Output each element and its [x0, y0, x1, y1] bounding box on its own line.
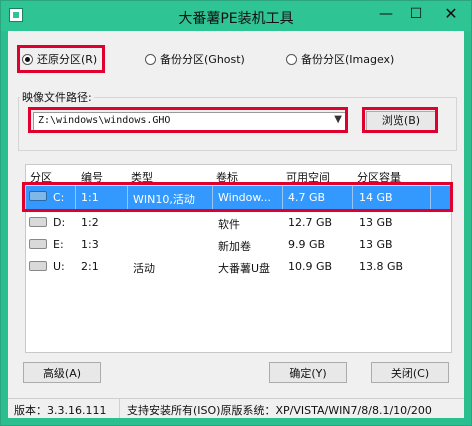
radio-restore[interactable]: 还原分区(R): [22, 51, 97, 67]
radio-backup-ghost[interactable]: 备份分区(Ghost): [145, 51, 245, 67]
status-bar: 版本：3.3.16.111 支持安装所有(ISO)原版系统：XP/VISTA/W…: [8, 398, 464, 418]
cell-label: 新加卷: [218, 240, 251, 253]
table-row[interactable]: U: 2:1 活动 大番薯U盘 10.9 GB 13.8 GB: [26, 256, 451, 278]
table-row[interactable]: D: 1:2 软件 12.7 GB 13 GB: [26, 212, 451, 234]
cell-size: 13 GB: [359, 238, 393, 251]
maximize-button[interactable]: ☐: [405, 5, 427, 25]
row-divider: [212, 186, 213, 210]
drive-icon: [29, 239, 47, 249]
radio-backup-imagex-label[interactable]: 备份分区(Imagex): [301, 51, 394, 67]
window-title: 大番薯PE装机工具: [178, 11, 294, 27]
cell-label: 大番薯U盘: [218, 262, 271, 275]
main-panel: 还原分区(R) 备份分区(Ghost) 备份分区(Imagex) 映像文件路径:…: [8, 31, 464, 418]
table-row[interactable]: E: 1:3 新加卷 9.9 GB 13 GB: [26, 234, 451, 256]
cell-label: 软件: [218, 218, 240, 231]
cell-number: 1:1: [81, 191, 99, 204]
row-divider: [430, 186, 431, 210]
cell-size: 13.8 GB: [359, 260, 404, 273]
title-bar[interactable]: 大番薯PE装机工具 — ☐ ✕: [1, 1, 471, 31]
close-window-button[interactable]: ✕: [433, 5, 469, 25]
cell-number: 1:3: [81, 238, 99, 251]
col-header-size[interactable]: 分区容量: [357, 169, 401, 185]
browse-button[interactable]: 浏览(B): [366, 111, 436, 131]
cell-free: 4.7 GB: [288, 191, 326, 204]
app-window: 大番薯PE装机工具 — ☐ ✕ 还原分区(R) 备份分区(Ghost) 备份分区…: [0, 0, 472, 426]
row-divider: [352, 186, 353, 210]
drive-icon: [29, 217, 47, 227]
version-text: 版本：3.3.16.111: [14, 404, 107, 417]
chevron-down-icon[interactable]: ▼: [334, 114, 342, 125]
row-divider: [75, 186, 76, 210]
row-divider: [282, 186, 283, 210]
col-header-free[interactable]: 可用空间: [286, 169, 330, 185]
drive-icon: [29, 191, 47, 201]
cell-number: 1:2: [81, 216, 99, 229]
cell-drive: E:: [53, 238, 64, 251]
cell-drive: C:: [53, 191, 65, 204]
radio-backup-ghost-dot[interactable]: [145, 53, 156, 65]
cell-size: 14 GB: [359, 191, 393, 204]
cell-drive: U:: [53, 260, 65, 273]
close-button[interactable]: 关闭(C): [371, 362, 449, 383]
cell-free: 12.7 GB: [288, 216, 333, 229]
cell-size: 13 GB: [359, 216, 393, 229]
radio-restore-dot[interactable]: [22, 53, 33, 65]
image-path-value[interactable]: Z:\windows\windows.GHO: [38, 115, 170, 126]
col-header-partition[interactable]: 分区: [30, 169, 52, 185]
radio-backup-imagex-dot[interactable]: [286, 53, 297, 65]
table-header: 分区 编号 类型 卷标 可用空间 分区容量: [26, 165, 451, 186]
cell-free: 9.9 GB: [288, 238, 326, 251]
advanced-button[interactable]: 高级(A): [23, 362, 101, 383]
minimize-button[interactable]: —: [375, 5, 397, 25]
cell-free: 10.9 GB: [288, 260, 333, 273]
table-row[interactable]: C: 1:1 WIN10,活动 Window... 4.7 GB 14 GB: [26, 186, 451, 210]
usb-drive-icon: [29, 261, 47, 271]
row-divider: [127, 186, 128, 210]
cell-number: 2:1: [81, 260, 99, 273]
cell-type: 活动: [133, 262, 155, 275]
mode-options: 还原分区(R) 备份分区(Ghost) 备份分区(Imagex): [8, 50, 464, 70]
ok-button[interactable]: 确定(Y): [269, 362, 347, 383]
col-header-number[interactable]: 编号: [81, 169, 103, 185]
support-text: 支持安装所有(ISO)原版系统：XP/VISTA/WIN7/8/8.1/10/2…: [127, 404, 432, 417]
radio-backup-ghost-label[interactable]: 备份分区(Ghost): [160, 51, 245, 67]
radio-backup-imagex[interactable]: 备份分区(Imagex): [286, 51, 394, 67]
cell-label: Window...: [218, 191, 271, 204]
cell-type: WIN10,活动: [133, 193, 195, 206]
cell-drive: D:: [53, 216, 66, 229]
image-path-label: 映像文件路径:: [20, 89, 94, 105]
partition-table[interactable]: 分区 编号 类型 卷标 可用空间 分区容量 C: 1:1 WIN10,活动 Wi…: [25, 164, 452, 353]
image-path-combobox[interactable]: Z:\windows\windows.GHO ▼: [33, 112, 346, 131]
col-header-label[interactable]: 卷标: [216, 169, 238, 185]
radio-restore-label[interactable]: 还原分区(R): [37, 51, 97, 67]
col-header-type[interactable]: 类型: [131, 169, 153, 185]
status-divider: [119, 399, 120, 418]
